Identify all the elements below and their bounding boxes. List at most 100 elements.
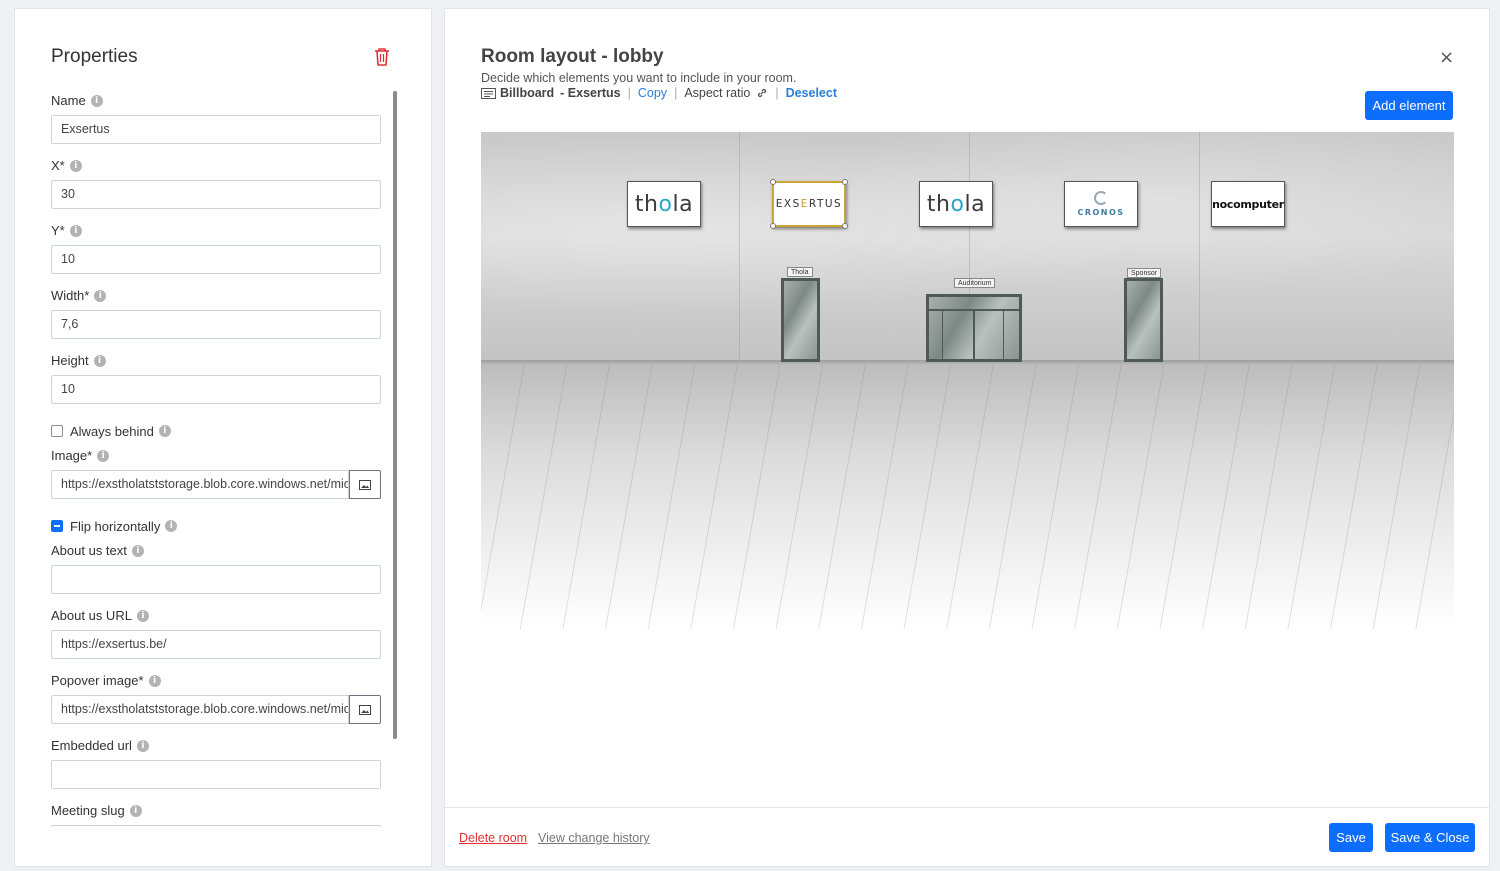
embedded-url-label: Embedded url: [51, 738, 132, 753]
info-icon[interactable]: i: [69, 160, 82, 172]
billboard-cronos[interactable]: CRONOS: [1064, 181, 1138, 227]
flip-horizontally-label: Flip horizontally: [70, 518, 161, 534]
info-icon[interactable]: i: [94, 290, 107, 302]
name-input[interactable]: Exsertus: [51, 115, 381, 144]
door-sponsor[interactable]: [1124, 278, 1163, 362]
info-icon[interactable]: i: [129, 805, 142, 817]
about-text-field: About us text i: [51, 541, 381, 606]
door-sign-thola: Thola: [787, 267, 813, 277]
meeting-slug-label: Meeting slug: [51, 803, 125, 818]
about-url-field: About us URL i https://exsertus.be/: [51, 606, 381, 671]
billboard-logo: CRONOS: [1077, 191, 1124, 217]
billboard-logo: nocomputer: [1212, 197, 1284, 211]
billboard-logo: thola: [926, 191, 986, 217]
aspect-ratio-label: Aspect ratio: [684, 86, 751, 100]
resize-handle[interactable]: [770, 223, 776, 229]
room-layout-panel: Room layout - lobby × Decide which eleme…: [444, 8, 1490, 867]
billboard-icon: [481, 87, 496, 99]
about-text-input[interactable]: [51, 565, 381, 594]
door-sign-auditorium: Auditorium: [954, 278, 996, 288]
resize-handle[interactable]: [770, 179, 776, 185]
info-icon[interactable]: i: [97, 450, 110, 462]
info-icon[interactable]: i: [90, 95, 103, 107]
embedded-url-field: Embedded url i: [51, 736, 381, 801]
delete-room-link[interactable]: Delete room: [459, 831, 527, 845]
billboard-logo: EXSERTUS: [775, 198, 843, 210]
room-subtitle: Decide which elements you want to includ…: [481, 71, 797, 85]
image-input[interactable]: https://exstholatststorage.blob.core.win…: [51, 470, 349, 499]
always-behind-checkbox[interactable]: [51, 425, 63, 437]
billboard-logo: thola: [634, 191, 694, 217]
image-picker-button[interactable]: [349, 470, 381, 499]
room-title: Room layout - lobby: [481, 46, 664, 67]
always-behind-label: Always behind: [70, 423, 154, 439]
info-icon[interactable]: i: [131, 545, 144, 557]
height-field: Height i 10: [51, 351, 381, 416]
meeting-slug-input[interactable]: [51, 825, 381, 827]
info-icon[interactable]: i: [93, 355, 106, 367]
billboard-thola-2[interactable]: thola: [919, 181, 993, 227]
door-thola[interactable]: [781, 278, 820, 362]
image-field: Image* i https://exstholatststorage.blob.…: [51, 446, 381, 511]
flip-horizontally-checkbox[interactable]: [51, 520, 63, 532]
billboard-thola-1[interactable]: thola: [627, 181, 701, 227]
about-url-input[interactable]: https://exsertus.be/: [51, 630, 381, 659]
image-label: Image*: [51, 448, 93, 463]
popover-image-label: Popover image*: [51, 673, 144, 688]
door-sign-sponsor: Sponsor: [1127, 268, 1162, 278]
y-field: Y* i 10: [51, 221, 381, 286]
room-floor: [481, 365, 1454, 629]
popover-image-field: Popover image* i https://exstholatststora…: [51, 671, 381, 736]
name-field: Name i Exsertus: [51, 91, 381, 156]
trash-icon[interactable]: [373, 47, 391, 67]
close-icon[interactable]: ×: [1439, 47, 1454, 68]
info-icon[interactable]: i: [136, 740, 149, 752]
info-icon[interactable]: i: [148, 675, 161, 687]
properties-form: Name i Exsertus X* i 30 Y* i 10 Width* i 7,6…: [51, 91, 381, 827]
about-text-label: About us text: [51, 543, 127, 558]
name-label: Name: [51, 93, 86, 108]
info-icon[interactable]: i: [165, 520, 178, 532]
save-and-close-button[interactable]: Save & Close: [1385, 823, 1475, 852]
deselect-link[interactable]: Deselect: [786, 86, 837, 100]
y-input[interactable]: 10: [51, 245, 381, 274]
info-icon[interactable]: i: [158, 425, 171, 437]
popover-image-picker-button[interactable]: [349, 695, 381, 724]
height-input[interactable]: 10: [51, 375, 381, 404]
embedded-url-input[interactable]: [51, 760, 381, 789]
width-input[interactable]: 7,6: [51, 310, 381, 339]
x-input[interactable]: 30: [51, 180, 381, 209]
properties-title: Properties: [51, 46, 138, 67]
element-type: Billboard: [500, 86, 555, 100]
door-auditorium[interactable]: [926, 294, 1022, 362]
link-icon[interactable]: [756, 87, 768, 99]
x-label: X*: [51, 158, 65, 173]
billboard-nocomputer[interactable]: nocomputer: [1211, 181, 1285, 227]
room-canvas[interactable]: thola EXSERTUS thola CRONOS nocomputer T…: [481, 132, 1454, 629]
about-url-label: About us URL: [51, 608, 132, 623]
image-icon: [359, 479, 371, 490]
resize-handle[interactable]: [842, 223, 848, 229]
popover-image-input[interactable]: https://exstholatststorage.blob.core.win…: [51, 695, 349, 724]
info-icon[interactable]: i: [136, 610, 149, 622]
billboard-exsertus[interactable]: EXSERTUS: [770, 179, 848, 229]
always-behind-row: Always behind i: [51, 416, 381, 446]
width-field: Width* i 7,6: [51, 286, 381, 351]
copy-link[interactable]: Copy: [638, 86, 667, 100]
info-icon[interactable]: i: [69, 225, 82, 237]
resize-handle[interactable]: [842, 179, 848, 185]
add-element-button[interactable]: Add element: [1365, 91, 1453, 120]
image-icon: [359, 704, 371, 715]
selection-toolbar: Billboard - Exsertus | Copy | Aspect rat…: [481, 86, 837, 100]
flip-horizontally-row: Flip horizontally i: [51, 511, 381, 541]
element-name: - Exsertus: [560, 86, 621, 100]
view-change-history-link[interactable]: View change history: [538, 831, 650, 845]
x-field: X* i 30: [51, 156, 381, 221]
y-label: Y*: [51, 223, 65, 238]
save-button[interactable]: Save: [1329, 823, 1373, 852]
width-label: Width*: [51, 288, 90, 303]
properties-panel: Properties Name i Exsertus X* i 30 Y* i 10 …: [14, 8, 432, 867]
height-label: Height: [51, 353, 89, 368]
properties-scrollbar[interactable]: [393, 91, 397, 739]
meeting-slug-field: Meeting slug i: [51, 801, 381, 827]
